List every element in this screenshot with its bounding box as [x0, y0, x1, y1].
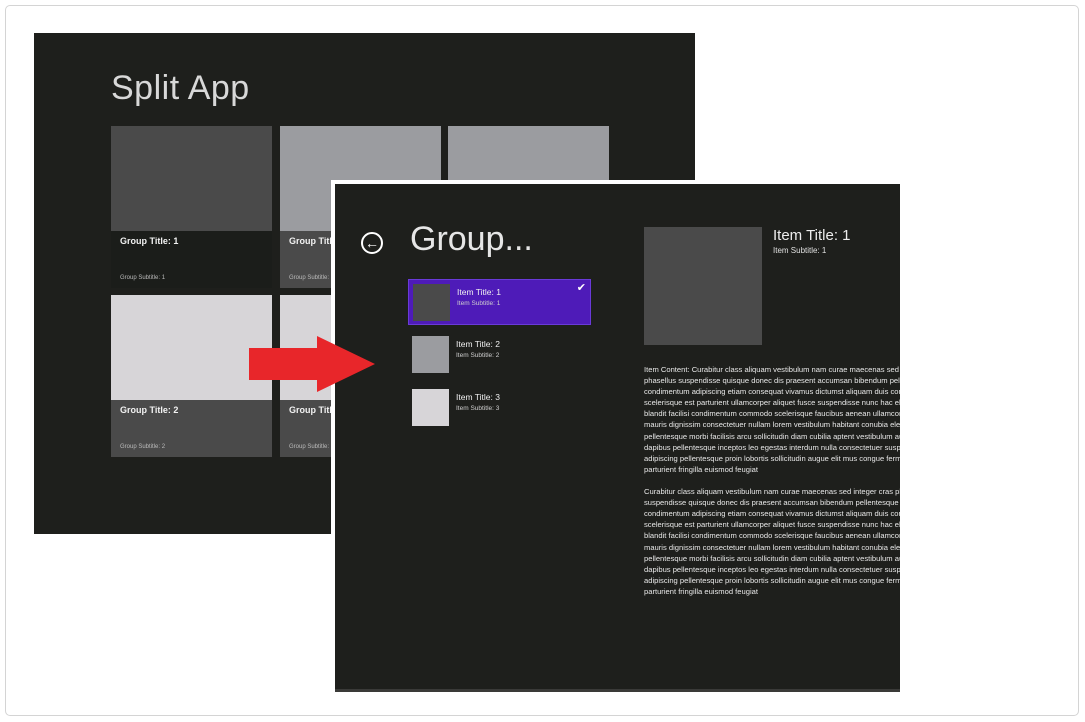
group-subtitle: Group Subtitle: 1 — [120, 275, 166, 281]
item-subtitle: Item Subtitle: 2 — [456, 352, 500, 359]
group-subtitle: Group Subtitle: 2 — [289, 444, 335, 450]
group-subtitle: Group Subtitle: 1 — [289, 275, 335, 281]
item-detail-image — [644, 227, 762, 345]
app-title: Split App — [111, 69, 250, 107]
item-title: Item Title: 1 — [457, 287, 501, 297]
item-detail-subtitle: Item Subtitle: 1 — [773, 246, 827, 255]
item-title: Item Title: 2 — [456, 339, 500, 349]
group-title: Group Title: 2 — [120, 405, 179, 415]
group-subtitle: Group Subtitle: 2 — [120, 444, 166, 450]
item-title: Item Title: 3 — [456, 392, 500, 402]
item-list-entry-2[interactable]: Item Title: 2 Item Subtitle: 2 — [408, 332, 591, 378]
page-title: Group... — [410, 220, 533, 258]
split-page-window: ← Group... Item Title: 1 Item Subtitle: … — [331, 180, 900, 692]
group-tile-4[interactable]: Group Title: 2 Group Subtitle: 2 — [111, 295, 272, 457]
window-bottom-edge — [335, 689, 900, 692]
item-thumbnail — [412, 336, 449, 373]
item-list-entry-3[interactable]: Item Title: 3 Item Subtitle: 3 — [408, 385, 591, 431]
item-detail-title: Item Title: 1 — [773, 227, 851, 244]
back-arrow-icon: ← — [365, 235, 379, 251]
item-detail-content: Item Content: Curabitur class aliquam ve… — [644, 365, 900, 596]
group-tile-1[interactable]: Group Title: 1 Group Subtitle: 1 — [111, 126, 272, 288]
item-thumbnail — [413, 284, 450, 321]
back-button[interactable]: ← — [361, 232, 383, 254]
item-list-entry-1[interactable]: Item Title: 1 Item Subtitle: 1 ✔ — [408, 279, 591, 325]
group-image — [111, 295, 272, 400]
group-image — [111, 126, 272, 231]
item-subtitle: Item Subtitle: 3 — [456, 405, 500, 412]
checkmark-icon: ✔ — [576, 282, 586, 294]
arrow-right-icon — [249, 336, 375, 392]
item-subtitle: Item Subtitle: 1 — [457, 300, 501, 307]
group-title: Group Title: 1 — [120, 236, 179, 246]
item-thumbnail — [412, 389, 449, 426]
